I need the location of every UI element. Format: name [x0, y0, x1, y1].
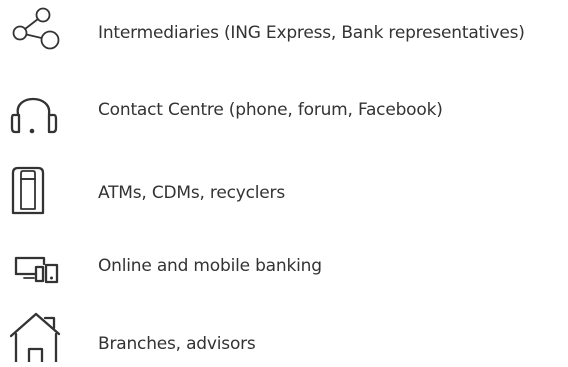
list-item-label: Contact Centre (phone, forum, Facebook): [98, 100, 443, 120]
list-item-contact-centre: Contact Centre (phone, forum, Facebook): [0, 82, 568, 142]
list-item-label: Online and mobile banking: [98, 256, 322, 276]
house-icon: [6, 306, 66, 362]
atm-machine-icon: [6, 161, 66, 217]
list-item-label: ATMs, CDMs, recyclers: [98, 183, 285, 203]
list-item-intermediaries: Intermediaries (ING Express, Bank repres…: [0, 6, 568, 66]
share-network-icon: [6, 6, 66, 62]
list-item-label: Branches, advisors: [98, 334, 256, 354]
headset-icon: [6, 82, 66, 138]
channels-list: Intermediaries (ING Express, Bank repres…: [0, 0, 568, 367]
devices-icon: [6, 237, 66, 293]
list-item-branches: Branches, advisors: [0, 306, 568, 366]
list-item-online-banking: Online and mobile banking: [0, 237, 568, 297]
list-item-label: Intermediaries (ING Express, Bank repres…: [98, 23, 525, 43]
list-item-atms: ATMs, CDMs, recyclers: [0, 161, 568, 221]
